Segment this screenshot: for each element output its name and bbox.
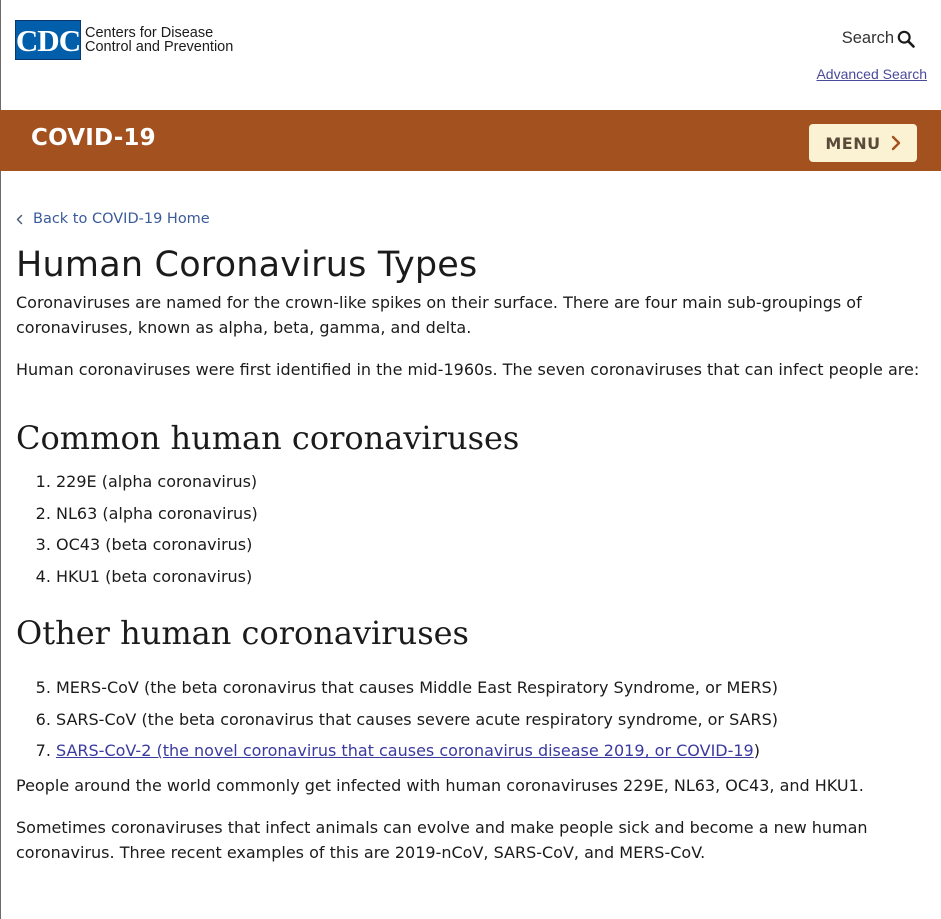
search-label: Search (841, 29, 894, 47)
list-item-sars-cov-2: SARS-CoV-2 (the novel coronavirus that c… (56, 741, 921, 761)
cdc-logo-abbr: CDC (15, 22, 81, 58)
logo-line-2: Control and Prevention (85, 39, 234, 55)
list-item: HKU1 (beta coronavirus) (56, 567, 921, 587)
logo-line-1: Centers for Disease (85, 25, 214, 41)
other-coronaviruses-list: MERS-CoV (the beta coronavirus that caus… (16, 678, 921, 761)
list-item: SARS-CoV (the beta coronavirus that caus… (56, 710, 921, 730)
common-coronaviruses-heading: Common human coronaviruses (16, 419, 520, 457)
chevron-left-icon (16, 214, 23, 224)
sars-cov-2-link[interactable]: SARS-CoV-2 (the novel coronavirus that c… (56, 741, 754, 760)
back-to-home-link[interactable]: Back to COVID-19 Home (16, 205, 921, 233)
cdc-logo-mark: CDC (15, 20, 81, 60)
back-link-label: Back to COVID-19 Home (33, 211, 210, 227)
other-coronaviruses-heading: Other human coronaviruses (16, 614, 469, 653)
main-content: Back to COVID-19 Home Human Coronavirus … (16, 205, 921, 865)
covid-banner: COVID-19 MENU (0, 110, 941, 171)
search-button[interactable]: Search (842, 29, 915, 48)
chevron-right-icon (891, 135, 900, 151)
common-coronaviruses-list: 229E (alpha coronavirus) NL63 (alpha cor… (16, 472, 921, 587)
common-infection-paragraph: People around the world commonly get inf… (16, 776, 864, 796)
cdc-logo[interactable]: CDC Centers for Disease Control and Prev… (15, 20, 233, 60)
intro-paragraph: Coronaviruses are named for the crown-li… (16, 293, 862, 337)
list-item: MERS-CoV (the beta coronavirus that caus… (56, 678, 921, 698)
list-item: NL63 (alpha coronavirus) (56, 504, 921, 524)
identified-paragraph: Human coronaviruses were first identifie… (16, 360, 920, 379)
animal-coronavirus-paragraph: Sometimes coronaviruses that infect anim… (16, 818, 868, 863)
search-icon (897, 30, 915, 48)
banner-title[interactable]: COVID-19 (31, 125, 156, 151)
advanced-search-link[interactable]: Advanced Search (816, 66, 927, 82)
site-header: CDC Centers for Disease Control and Prev… (0, 0, 941, 110)
sars-cov-2-suffix: ) (753, 741, 760, 761)
list-item: OC43 (beta coronavirus) (56, 535, 921, 555)
cdc-logo-text: Centers for Disease Control and Preventi… (85, 25, 234, 55)
page-title: Human Coronavirus Types (16, 245, 478, 285)
list-item: 229E (alpha coronavirus) (56, 472, 921, 492)
menu-button[interactable]: MENU (809, 124, 917, 162)
menu-button-label: MENU (825, 133, 881, 153)
